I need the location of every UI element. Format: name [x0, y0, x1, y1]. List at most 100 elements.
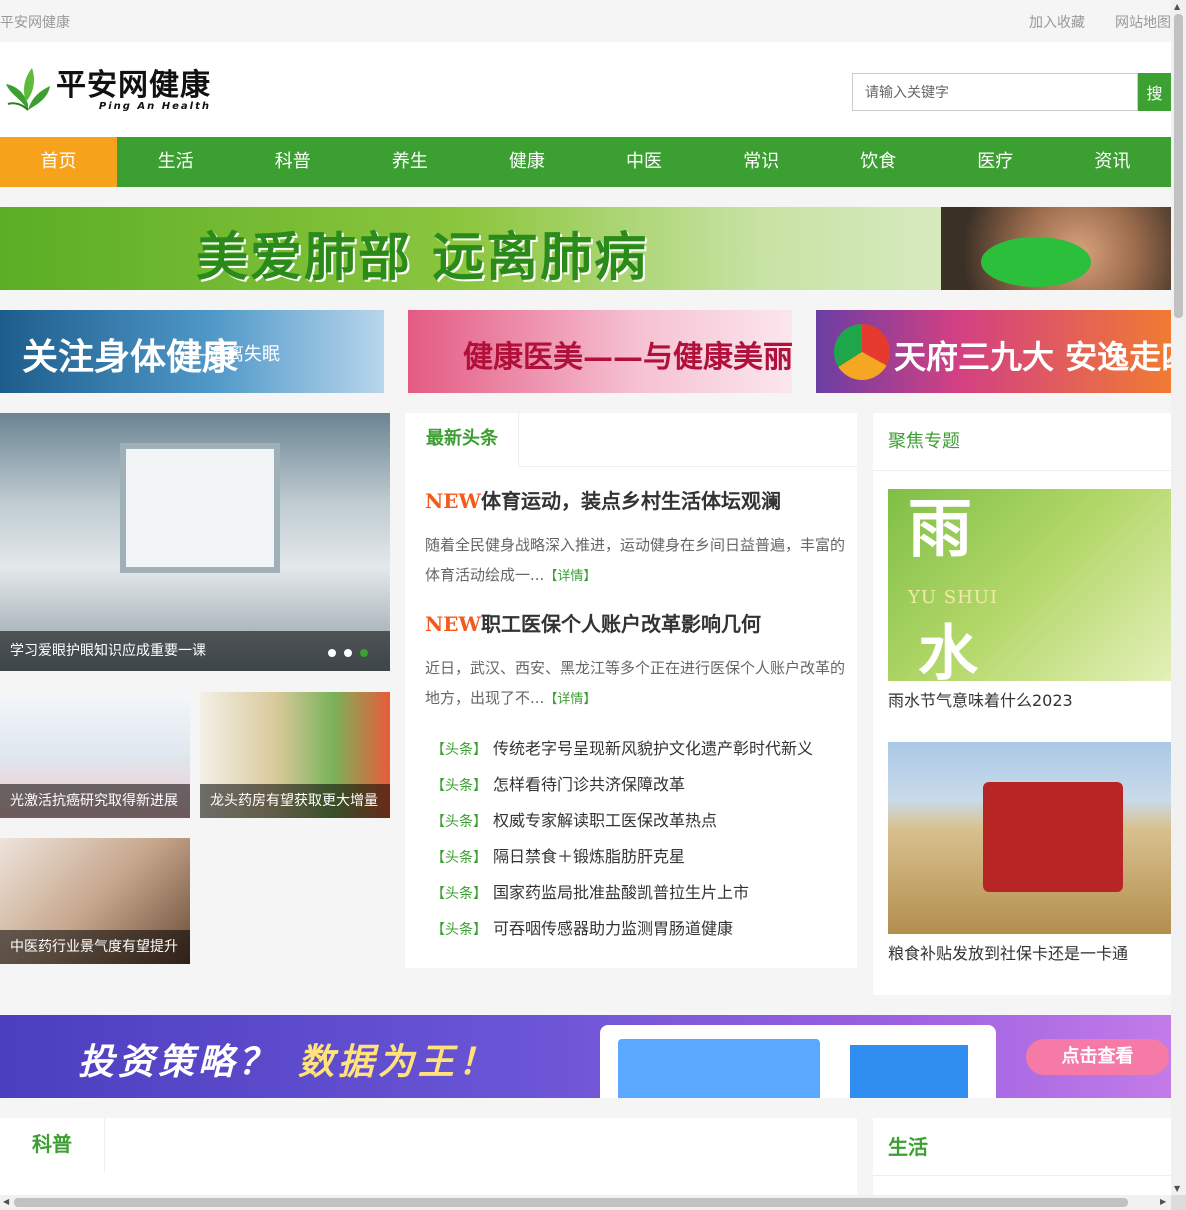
headline-tag: 【头条】 — [431, 742, 487, 758]
logo-text: 平安网健康 — [56, 67, 211, 103]
screen-chart — [850, 1045, 968, 1098]
vertical-scrollbar[interactable]: ▲ ▼ — [1171, 0, 1186, 1195]
search-button[interactable]: 搜 — [1138, 73, 1171, 111]
headline-article: NEW职工医保个人账户改革影响几何 近日，武汉、西安、黑龙江等多个正在进行医保个… — [425, 608, 845, 715]
nav-item-health[interactable]: 健康 — [468, 137, 585, 187]
focus-item[interactable]: 雨 YU SHUI 水 雨水节气意味着什么2023 — [888, 489, 1171, 711]
list-item[interactable]: 【头条】 传统老字号呈现新风貌护文化遗产彰时代新义 — [431, 735, 851, 771]
thumb-card[interactable]: 中医药行业景气度有望提升 — [0, 838, 190, 964]
thumb-caption: 龙头药房有望获取更大增量 — [200, 784, 390, 818]
list-item-text: 隔日禁食＋锻炼脂肪肝克星 — [493, 847, 686, 866]
slider-dot[interactable] — [328, 649, 336, 657]
thumb-card[interactable]: 龙头药房有望获取更大增量 — [200, 692, 390, 818]
article-desc-text: 近日，武汉、西安、黑龙江等多个正在进行医保个人账户改革的地方，出现了不... — [425, 659, 846, 707]
nav-item-life[interactable]: 生活 — [117, 137, 234, 187]
tab-science[interactable]: 科普 — [0, 1118, 105, 1172]
thumb-caption: 中医药行业景气度有望提升 — [0, 930, 190, 964]
banner-text: 美爱肺部 远离肺病 — [196, 227, 649, 288]
article-desc: 近日，武汉、西安、黑龙江等多个正在进行医保个人账户改革的地方，出现了不...【详… — [425, 653, 845, 715]
thumb-card[interactable]: 光激活抗癌研究取得新进展 — [0, 692, 190, 818]
banner-text: 投资策略？ 数据为王！ — [78, 1033, 498, 1085]
header: 平安网健康 Ping An Health 搜 — [0, 42, 1171, 137]
banner-screen-image — [600, 1025, 996, 1098]
top-links: 加入收藏 网站地图 — [1029, 12, 1171, 32]
harvester-image — [983, 782, 1123, 892]
focus-topics-panel: 聚焦专题 雨 YU SHUI 水 雨水节气意味着什么2023 粮食补贴发放到社保… — [873, 413, 1171, 995]
image-text: 水 — [918, 619, 978, 681]
panel-title: 聚焦专题 — [873, 413, 1171, 471]
details-link[interactable]: 【详情】 — [544, 692, 596, 707]
scroll-down-icon[interactable]: ▼ — [1174, 1184, 1180, 1193]
headline-tag: 【头条】 — [431, 886, 487, 902]
ad-title: 天府三九大 安逸走四川 — [894, 338, 1171, 376]
slider-dot-active[interactable] — [360, 649, 368, 657]
tab-latest-headlines[interactable]: 最新头条 — [405, 413, 519, 467]
top-bar: 平安网健康 加入收藏 网站地图 — [0, 0, 1171, 42]
nav-item-science[interactable]: 科普 — [234, 137, 351, 187]
focus-caption: 粮食补贴发放到社保卡还是一卡通 — [888, 944, 1129, 963]
scrollbar-thumb[interactable] — [14, 1198, 1128, 1207]
ad-subtitle: —远离失眠 — [190, 344, 280, 365]
nav-item-wellness[interactable]: 养生 — [351, 137, 468, 187]
list-item[interactable]: 【头条】 权威专家解读职工医保改革热点 — [431, 807, 851, 843]
banner-text-1: 投资策略？ — [78, 1042, 279, 1083]
list-item-text: 权威专家解读职工医保改革热点 — [493, 811, 718, 830]
main-nav: 首页 生活 科普 养生 健康 中医 常识 饮食 医疗 资讯 — [0, 137, 1171, 187]
slider-dot[interactable] — [344, 649, 352, 657]
sitemap-link[interactable]: 网站地图 — [1115, 12, 1171, 32]
site-name[interactable]: 平安网健康 — [0, 12, 70, 32]
details-link[interactable]: 【详情】 — [544, 569, 596, 584]
article-title[interactable]: NEW体育运动，装点乡村生活体坛观澜 — [425, 485, 845, 514]
ad-medical-beauty[interactable]: 健康医美——与健康美丽同行 — [408, 310, 792, 393]
list-item-text: 怎样看待门诊共济保障改革 — [493, 775, 686, 794]
search-box: 搜 — [852, 73, 1171, 111]
new-badge: NEW — [425, 489, 481, 513]
banner-mask-image — [981, 237, 1091, 287]
screen-panel — [618, 1039, 820, 1098]
site-logo[interactable]: 平安网健康 Ping An Health — [2, 64, 211, 116]
tourism-logo-icon — [834, 324, 890, 380]
scroll-left-icon[interactable]: ◀ — [3, 1197, 9, 1206]
scroll-right-icon[interactable]: ▶ — [1160, 1197, 1166, 1206]
lung-health-banner[interactable]: 美爱肺部 远离肺病 — [0, 207, 1171, 290]
view-button[interactable]: 点击查看 — [1026, 1039, 1169, 1075]
focus-item[interactable]: 粮食补贴发放到社保卡还是一卡通 — [888, 742, 1171, 964]
article-title-text: 体育运动，装点乡村生活体坛观澜 — [481, 489, 781, 513]
investment-banner[interactable]: 投资策略？ 数据为王！ 点击查看 — [0, 1015, 1171, 1098]
list-item[interactable]: 【头条】 可吞咽传感器助力监测胃肠道健康 — [431, 915, 851, 951]
headline-tag: 【头条】 — [431, 778, 487, 794]
article-desc-text: 随着全民健身战略深入推进，运动健身在乡间日益普遍，丰富的体育活动绘成一... — [425, 536, 846, 584]
ad-sichuan-tourism[interactable]: 天府三九大 安逸走四川 — [816, 310, 1171, 393]
nav-item-tcm[interactable]: 中医 — [585, 137, 702, 187]
nav-item-diet[interactable]: 饮食 — [820, 137, 937, 187]
list-item[interactable]: 【头条】 怎样看待门诊共济保障改革 — [431, 771, 851, 807]
headline-tag: 【头条】 — [431, 814, 487, 830]
search-input[interactable] — [852, 73, 1138, 111]
slide-image — [120, 443, 280, 573]
nav-item-home[interactable]: 首页 — [0, 137, 118, 187]
nav-item-medical[interactable]: 医疗 — [937, 137, 1054, 187]
headline-list: 【头条】 传统老字号呈现新风貌护文化遗产彰时代新义 【头条】 怎样看待门诊共济保障改… — [431, 735, 851, 951]
headline-tag: 【头条】 — [431, 850, 487, 866]
list-item[interactable]: 【头条】 隔日禁食＋锻炼脂肪肝克星 — [431, 843, 851, 879]
scrollbar-corner — [1171, 1195, 1186, 1210]
scroll-up-icon[interactable]: ▲ — [1174, 2, 1180, 11]
new-badge: NEW — [425, 612, 481, 636]
article-desc: 随着全民健身战略深入推进，运动健身在乡间日益普遍，丰富的体育活动绘成一...【详… — [425, 530, 845, 592]
nav-item-knowledge[interactable]: 常识 — [703, 137, 820, 187]
panel-header: 最新头条 — [405, 413, 857, 467]
ad-title: 健康医美——与健康美丽同行 — [463, 340, 792, 375]
headlines-panel: 最新头条 NEW体育运动，装点乡村生活体坛观澜 随着全民健身战略深入推进，运动健… — [405, 413, 857, 968]
list-item-text: 可吞咽传感器助力监测胃肠道健康 — [493, 919, 734, 938]
image-slider[interactable]: 学习爱眼护眼知识应成重要一课 — [0, 413, 390, 671]
list-item[interactable]: 【头条】 国家药监局批准盐酸凯普拉生片上市 — [431, 879, 851, 915]
nav-item-news[interactable]: 资讯 — [1054, 137, 1171, 187]
article-title[interactable]: NEW职工医保个人账户改革影响几何 — [425, 608, 845, 637]
tab-life[interactable]: 生活 — [873, 1118, 1171, 1176]
article-title-text: 职工医保个人账户改革影响几何 — [481, 612, 761, 636]
scrollbar-thumb[interactable] — [1174, 14, 1183, 318]
ad-sleep-health[interactable]: 关注身体健康 —远离失眠 — [0, 310, 384, 393]
add-favorite-link[interactable]: 加入收藏 — [1029, 12, 1085, 32]
headline-tag: 【头条】 — [431, 922, 487, 938]
horizontal-scrollbar[interactable]: ◀ ▶ — [0, 1195, 1171, 1210]
